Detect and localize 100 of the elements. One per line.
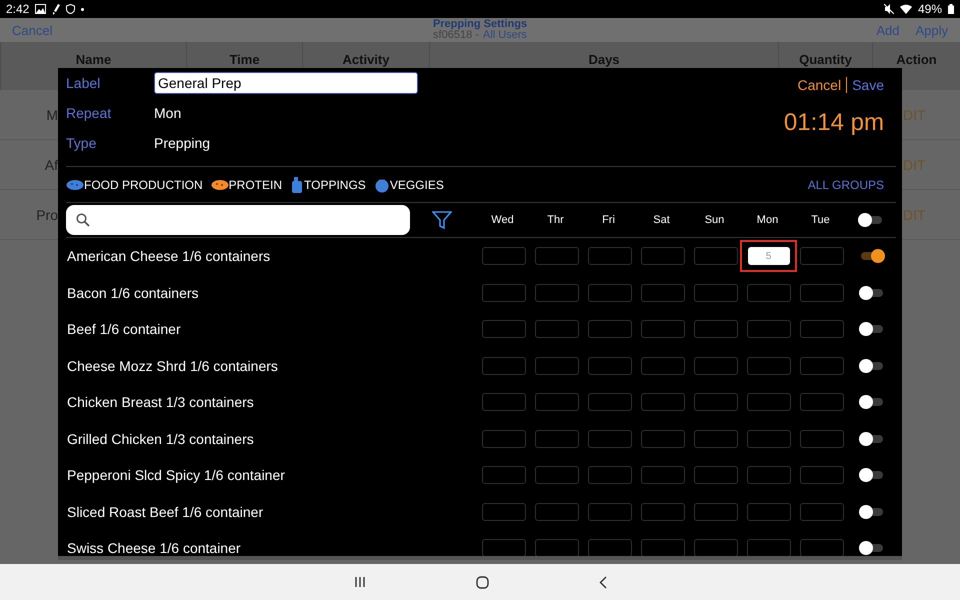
item-name: Sliced Roast Beef 1/6 container <box>67 504 264 520</box>
quantity-field[interactable] <box>482 430 526 448</box>
toggle-switch[interactable] <box>859 504 885 519</box>
time-value[interactable]: 01:14 pm <box>784 109 884 137</box>
quantity-field[interactable] <box>746 393 790 412</box>
quantity-field[interactable] <box>746 430 790 448</box>
quantity-field[interactable] <box>534 393 578 412</box>
quantity-field[interactable] <box>800 320 844 338</box>
quantity-field[interactable] <box>640 466 684 484</box>
cancel-button[interactable]: Cancel <box>797 77 848 93</box>
quantity-field[interactable] <box>588 356 632 375</box>
day-header: Tue <box>810 214 831 226</box>
quantity-field[interactable] <box>694 284 738 302</box>
search-icon <box>76 213 90 227</box>
all-groups-link[interactable]: ALL GROUPS <box>808 178 896 192</box>
label-input[interactable]: General Prep <box>154 72 418 94</box>
table-cell-text: M <box>45 106 58 122</box>
quantity-field[interactable] <box>746 320 790 338</box>
type-value[interactable]: Prepping <box>154 135 210 151</box>
quantity-field[interactable] <box>746 284 790 302</box>
search-field[interactable] <box>66 205 410 235</box>
recent-apps-icon[interactable] <box>354 576 366 588</box>
quantity-field[interactable] <box>800 466 844 484</box>
quantity-field[interactable] <box>746 502 790 521</box>
quantity-field[interactable]: 5 <box>748 247 790 266</box>
quantity-field[interactable] <box>534 430 578 448</box>
quantity-field[interactable] <box>534 284 578 302</box>
toggle-switch[interactable] <box>859 358 885 373</box>
toggle-switch[interactable] <box>859 541 885 556</box>
quantity-field[interactable] <box>694 356 738 375</box>
quantity-field[interactable] <box>800 247 844 266</box>
day-header: Fri <box>601 214 616 226</box>
quantity-field[interactable] <box>534 502 578 521</box>
quantity-field[interactable] <box>640 430 684 448</box>
toggle-switch[interactable] <box>859 432 885 446</box>
filter-icon[interactable] <box>432 210 452 230</box>
quantity-field[interactable] <box>534 466 578 484</box>
quantity-field[interactable] <box>800 502 844 521</box>
quantity-field[interactable] <box>694 393 738 412</box>
quantity-field[interactable] <box>534 356 578 375</box>
quantity-field[interactable] <box>800 430 844 448</box>
quantity-field[interactable] <box>694 320 738 338</box>
group-tab[interactable]: PROTEIN <box>228 178 282 192</box>
toggle-switch[interactable] <box>858 213 884 227</box>
quantity-field[interactable] <box>482 502 526 521</box>
day-header: Sun <box>704 214 726 226</box>
quantity-field[interactable] <box>588 247 632 266</box>
quantity-field[interactable] <box>482 393 526 412</box>
quantity-field[interactable] <box>640 247 684 266</box>
wifi-icon <box>900 4 912 14</box>
quantity-field[interactable] <box>588 284 632 302</box>
brush-icon <box>52 4 60 14</box>
quantity-field[interactable] <box>534 320 578 338</box>
quantity-field[interactable] <box>588 539 632 556</box>
quantity-field[interactable] <box>746 356 790 375</box>
quantity-field[interactable] <box>694 466 738 484</box>
quantity-field[interactable] <box>640 539 684 556</box>
quantity-field[interactable] <box>482 247 526 266</box>
quantity-field[interactable] <box>640 502 684 521</box>
quantity-field[interactable] <box>482 466 526 484</box>
save-button[interactable]: Save <box>847 77 884 93</box>
quantity-field[interactable] <box>694 539 738 556</box>
quantity-field[interactable] <box>640 393 684 412</box>
quantity-field[interactable] <box>800 356 844 375</box>
back-icon[interactable] <box>598 576 606 588</box>
quantity-field[interactable] <box>694 502 738 521</box>
quantity-field[interactable] <box>640 356 684 375</box>
home-icon[interactable] <box>476 576 488 588</box>
quantity-field[interactable] <box>588 393 632 412</box>
quantity-field[interactable] <box>534 539 578 556</box>
column-header: Name <box>76 52 112 68</box>
quantity-field[interactable] <box>588 466 632 484</box>
toggle-switch[interactable] <box>859 395 885 410</box>
quantity-field[interactable] <box>800 539 844 556</box>
item-name: Bacon 1/6 containers <box>67 284 200 301</box>
quantity-field[interactable] <box>746 466 790 484</box>
quantity-field[interactable] <box>588 320 632 338</box>
quantity-field[interactable] <box>482 320 526 338</box>
quantity-field[interactable] <box>534 247 578 266</box>
group-tab[interactable]: FOOD PRODUCTION <box>84 178 203 192</box>
group-tab[interactable]: TOPPINGS <box>304 178 366 192</box>
quantity-field[interactable] <box>694 247 738 266</box>
quantity-field[interactable] <box>482 356 526 375</box>
quantity-field[interactable] <box>800 393 844 412</box>
quantity-field[interactable] <box>746 539 790 556</box>
quantity-field[interactable] <box>588 430 632 448</box>
quantity-field[interactable] <box>640 284 684 302</box>
toggle-switch[interactable] <box>859 249 885 264</box>
toggle-switch[interactable] <box>859 322 885 336</box>
quantity-field[interactable] <box>588 502 632 521</box>
quantity-field[interactable] <box>482 539 526 556</box>
toggle-switch[interactable] <box>859 468 885 482</box>
group-tab[interactable]: VEGGIES <box>390 178 444 192</box>
quantity-field[interactable] <box>694 430 738 448</box>
repeat-value[interactable]: Mon <box>154 105 182 121</box>
toggle-switch[interactable] <box>859 286 885 300</box>
quantity-field[interactable] <box>800 284 844 302</box>
quantity-field[interactable] <box>482 284 526 302</box>
quantity-field[interactable] <box>640 320 684 338</box>
column-header: Quantity <box>799 52 852 68</box>
